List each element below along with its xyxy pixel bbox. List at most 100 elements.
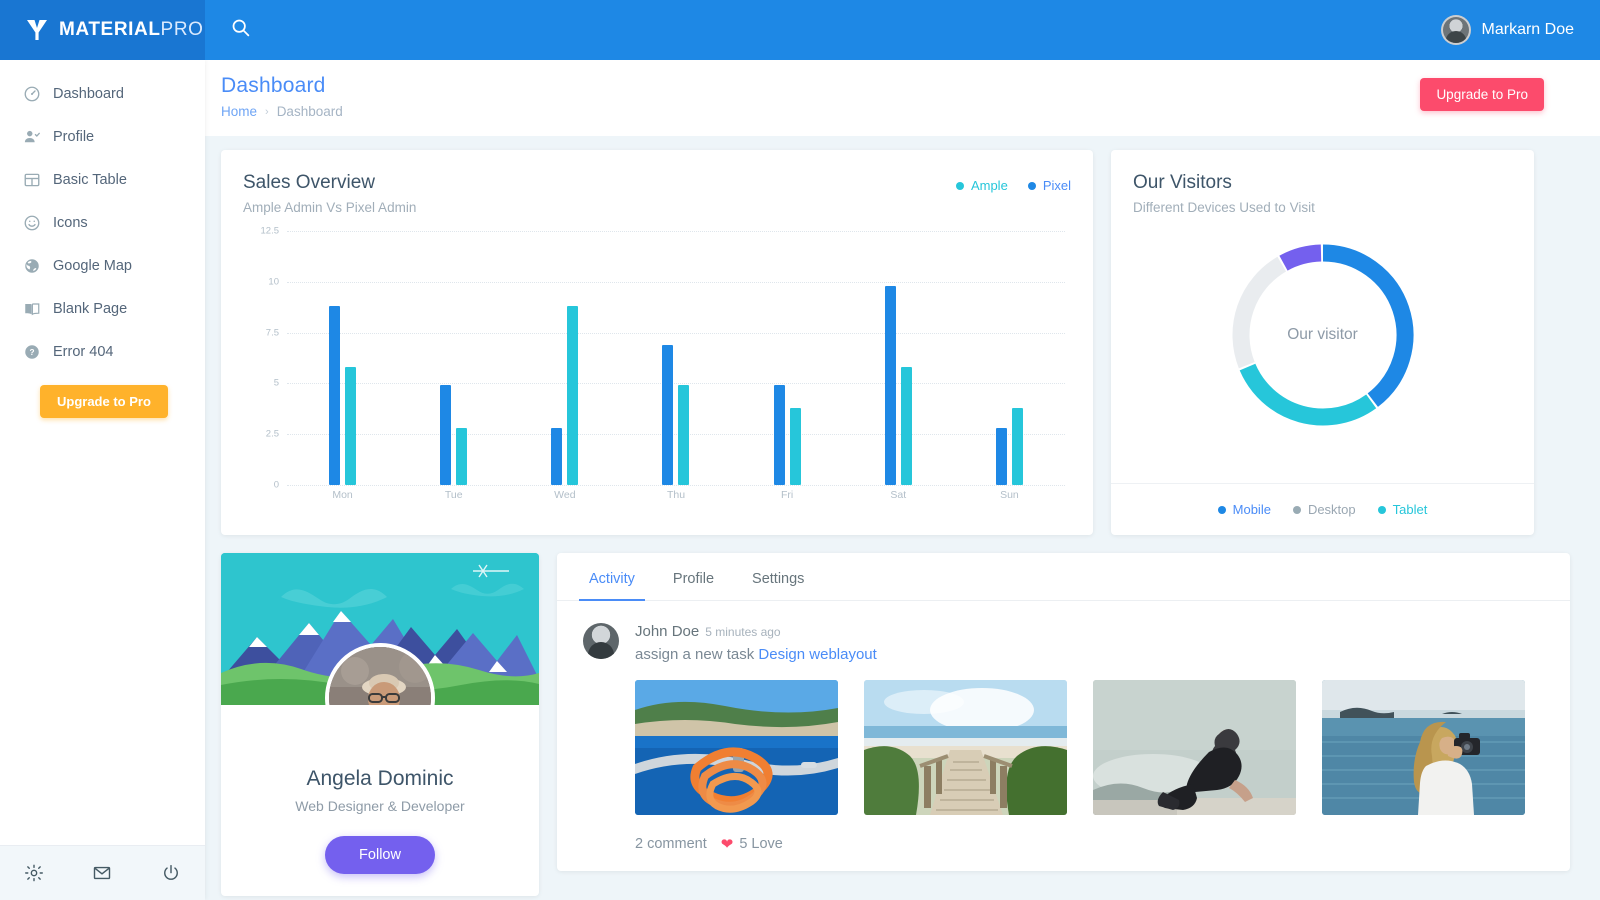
- top-navbar: MATERIALPRO Markarn Doe: [0, 0, 1600, 60]
- bar-ample[interactable]: [345, 367, 357, 485]
- visitors-donut-wrap: Our visitor: [1133, 223, 1512, 435]
- sidebar-item-blank-page[interactable]: Blank Page: [0, 287, 205, 330]
- donut-center-label: Our visitor: [1287, 326, 1358, 343]
- sidebar-item-label: Profile: [53, 128, 95, 145]
- bar-pixel[interactable]: [995, 428, 1007, 485]
- sidebar-item-label: Basic Table: [53, 171, 127, 188]
- book-icon: [22, 299, 41, 318]
- chart-y-axis: 0 2.5 5 7.5 10 12.5: [243, 226, 280, 491]
- bar-group: [954, 231, 1065, 485]
- y-axis-tick-label: 0: [273, 479, 279, 491]
- sidebar-upgrade-to-pro-button[interactable]: Upgrade to Pro: [40, 385, 168, 418]
- post-thumbnail-woman-ledge[interactable]: [1093, 680, 1296, 815]
- sales-bar-chart: 0 2.5 5 7.5 10 12.5 Mon Tue Wed Thu Fri Sat Sun: [243, 226, 1071, 521]
- legend-dot-tablet: [1377, 505, 1386, 514]
- search-button[interactable]: [205, 0, 275, 60]
- sidebar-item-google-map[interactable]: Google Map: [0, 244, 205, 287]
- post-text: assign a new task Design weblayout: [635, 646, 1548, 663]
- globe-icon: [22, 256, 41, 275]
- sidebar-item-dashboard[interactable]: Dashboard: [0, 72, 205, 115]
- post-task-link[interactable]: Design weblayout: [758, 646, 876, 663]
- legend-label-ample: Ample: [970, 178, 1008, 193]
- brand-logo-zone[interactable]: MATERIALPRO: [0, 0, 205, 60]
- x-axis-tick-label: Sun: [1000, 489, 1019, 501]
- bar-pixel[interactable]: [551, 428, 563, 485]
- legend-dot-mobile: [1217, 505, 1226, 514]
- legend-item-mobile[interactable]: Mobile: [1217, 502, 1271, 517]
- bar-pixel[interactable]: [440, 385, 452, 485]
- bar-ample[interactable]: [678, 385, 690, 485]
- breadcrumb-current: Dashboard: [276, 104, 343, 119]
- post-timestamp: 5 minutes ago: [705, 625, 781, 639]
- avatar: [1440, 15, 1471, 45]
- sales-card-titles: Sales Overview Ample Admin Vs Pixel Admi…: [243, 172, 416, 215]
- donut-segment-desktop[interactable]: [1232, 256, 1286, 369]
- heart-icon: ❤: [720, 836, 734, 853]
- legend-item-tablet[interactable]: Tablet: [1377, 502, 1427, 517]
- legend-item-ample[interactable]: Ample: [955, 178, 1008, 193]
- post-body: John Doe 5 minutes ago assign a new task …: [635, 623, 1548, 853]
- bar-ample[interactable]: [567, 306, 579, 485]
- power-icon[interactable]: [160, 862, 182, 884]
- donut-segment-other[interactable]: [1278, 244, 1322, 271]
- sidebar-item-label: Icons: [53, 214, 88, 231]
- profile-name: Angela Dominic: [306, 767, 454, 790]
- header-upgrade-to-pro-button[interactable]: Upgrade to Pro: [1420, 78, 1544, 111]
- comment-count[interactable]: 2 comment: [635, 836, 707, 852]
- sidebar-item-label: Error 404: [53, 343, 114, 360]
- page-content: Sales Overview Ample Admin Vs Pixel Admi…: [205, 136, 1600, 896]
- legend-item-desktop[interactable]: Desktop: [1292, 502, 1356, 517]
- svg-text:?: ?: [29, 348, 34, 357]
- bar-ample[interactable]: [456, 428, 468, 485]
- x-axis-tick-label: Sat: [890, 489, 907, 501]
- post-thumbnail-rope[interactable]: [635, 680, 838, 815]
- bar-ample[interactable]: [1011, 407, 1023, 485]
- sidebar-item-label: Blank Page: [53, 300, 128, 317]
- sidebar-item-basic-table[interactable]: Basic Table: [0, 158, 205, 201]
- page-container: Dashboard Home › Dashboard Upgrade to Pr…: [205, 60, 1600, 900]
- sales-card-header: Sales Overview Ample Admin Vs Pixel Admi…: [243, 172, 1071, 215]
- bar-pixel[interactable]: [329, 306, 341, 485]
- legend-label-mobile: Mobile: [1232, 502, 1271, 517]
- chart-x-axis: Mon Tue Wed Thu Fri Sat Sun: [287, 489, 1065, 501]
- post-thumbnail-boardwalk[interactable]: [864, 680, 1067, 815]
- user-menu[interactable]: Markarn Doe: [1440, 0, 1600, 60]
- breadcrumb-home-link[interactable]: Home: [221, 104, 257, 119]
- sidebar-item-icons[interactable]: Icons: [0, 201, 205, 244]
- tab-settings[interactable]: Settings: [742, 571, 814, 601]
- legend-item-pixel[interactable]: Pixel: [1027, 178, 1071, 193]
- follow-button[interactable]: Follow: [325, 836, 435, 874]
- tab-profile[interactable]: Profile: [663, 571, 724, 601]
- chevron-right-icon: ›: [265, 105, 269, 118]
- page-title: Dashboard: [221, 74, 326, 97]
- legend-dot-ample: [955, 181, 964, 190]
- sidebar-footer: [0, 845, 205, 900]
- bar-group: [732, 231, 843, 485]
- chart-gridline: [287, 485, 1065, 486]
- post-meta: 2 comment ❤ 5 Love: [635, 835, 1548, 853]
- chart-bars: [287, 231, 1065, 485]
- search-icon: [230, 17, 251, 43]
- bar-pixel[interactable]: [662, 344, 674, 485]
- bar-group: [620, 231, 731, 485]
- sidebar-item-profile[interactable]: Profile: [0, 115, 205, 158]
- donut-segment-tablet[interactable]: [1239, 363, 1376, 426]
- bar-ample[interactable]: [789, 407, 801, 485]
- activity-card: Activity Profile Settings John Doe 5 minu…: [557, 553, 1570, 871]
- sidebar-item-error-404[interactable]: ? Error 404: [0, 330, 205, 373]
- profile-role: Web Designer & Developer: [295, 798, 465, 814]
- love-group[interactable]: ❤ 5 Love: [721, 835, 783, 853]
- brand-name: MATERIALPRO: [59, 19, 204, 40]
- bar-pixel[interactable]: [884, 285, 896, 485]
- bar-pixel[interactable]: [773, 385, 785, 485]
- row-charts: Sales Overview Ample Admin Vs Pixel Admi…: [221, 150, 1584, 535]
- tab-activity[interactable]: Activity: [579, 571, 645, 601]
- mail-icon[interactable]: [91, 862, 113, 884]
- our-visitors-card: Our Visitors Different Devices Used to V…: [1111, 150, 1534, 535]
- visitors-card-subtitle: Different Devices Used to Visit: [1133, 200, 1315, 215]
- y-axis-tick-label: 5: [273, 377, 279, 389]
- user-name: Markarn Doe: [1481, 21, 1574, 38]
- gear-icon[interactable]: [23, 862, 45, 884]
- post-thumbnail-photographer[interactable]: [1322, 680, 1525, 815]
- bar-ample[interactable]: [900, 367, 912, 485]
